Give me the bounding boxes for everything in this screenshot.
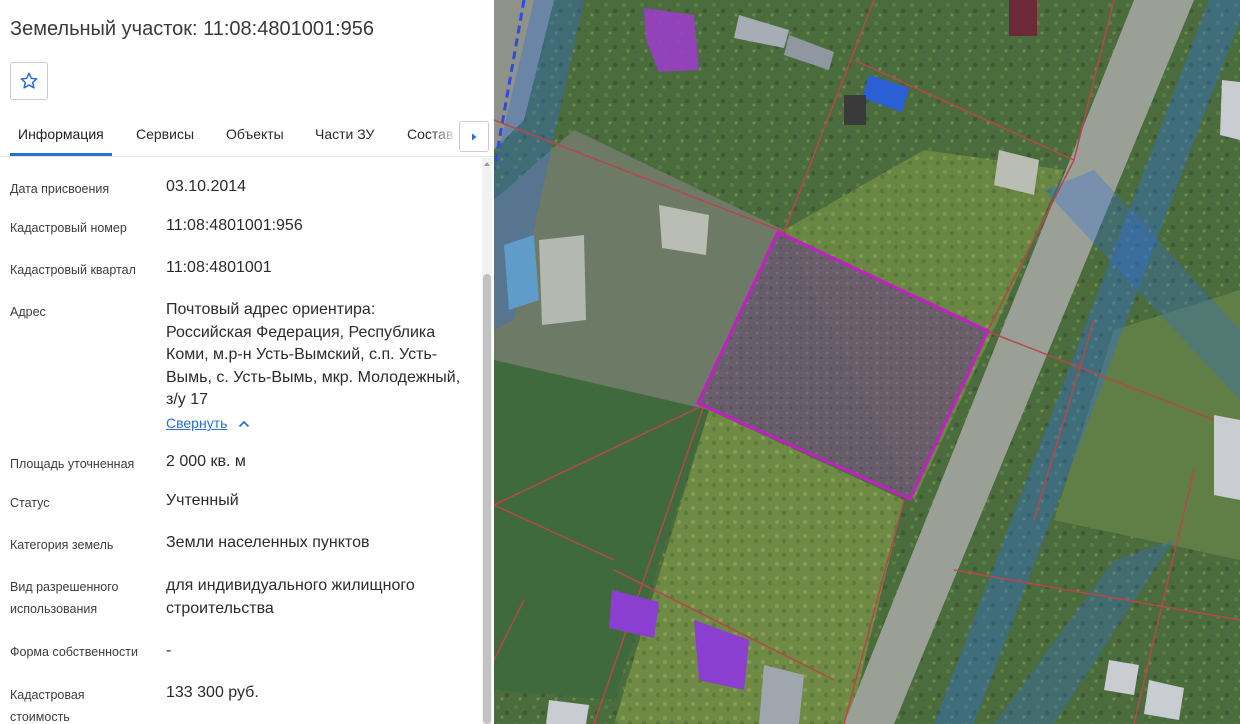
parcel-info-panel: Земельный участок: 11:08:4801001:956 Инф… (0, 0, 494, 724)
collapse-link[interactable]: Свернуть (166, 415, 227, 431)
field-label: Категория земель (10, 538, 114, 552)
satellite-map[interactable] (494, 0, 1240, 724)
building-roof (1214, 415, 1240, 500)
tab-parts[interactable]: Части ЗУ (315, 126, 374, 142)
map-canvas[interactable] (494, 0, 1240, 724)
field-label: Площадь уточненная (10, 457, 135, 471)
building-sheds (539, 235, 586, 325)
chevron-up-icon[interactable] (238, 420, 250, 428)
field-value: 133 300 руб. (166, 684, 259, 701)
building-roof (1104, 660, 1139, 695)
scrollbar-thumb[interactable] (483, 274, 491, 724)
field-value: для индивидуального жилищного строительс… (166, 577, 415, 617)
field-value: 03.10.2014 (166, 178, 247, 195)
field-value: Учтенный (166, 492, 239, 509)
page-title: Земельный участок: 11:08:4801001:956 (10, 18, 375, 40)
field-label: Статус (10, 496, 50, 510)
field-label: Адрес (10, 305, 46, 319)
field-label: Вид разрешенного использования (10, 580, 119, 616)
tab-fade (430, 112, 459, 155)
building-roof (759, 665, 804, 724)
field-value: 11:08:4801001 (166, 259, 272, 276)
field-label: Дата присвоения (10, 182, 110, 196)
field-label: Форма собственности (10, 645, 138, 659)
favorite-button[interactable] (10, 62, 48, 100)
tab-information[interactable]: Информация (18, 126, 104, 142)
tabs-next-button[interactable] (459, 121, 489, 152)
field-label: Кадастровый номер (10, 221, 127, 235)
field-value: 11:08:4801001:956 (166, 217, 303, 234)
field-label: Кадастровая стоимость (10, 688, 85, 724)
scroll-up-arrow-icon[interactable] (483, 160, 491, 168)
field-value: Земли населенных пунктов (166, 534, 370, 551)
building-roof (1220, 80, 1240, 140)
building-light-blue-roof (504, 235, 539, 310)
tab-bar: Информация Сервисы Объекты Части ЗУ Сост… (0, 112, 494, 157)
caret-right-icon (472, 133, 477, 140)
building-dark-roof (1009, 0, 1037, 36)
active-tab-indicator (10, 153, 112, 156)
field-label: Кадастровый квартал (10, 263, 136, 277)
field-value: Почтовый адрес ориентира: Российская Фед… (166, 301, 461, 409)
tab-services[interactable]: Сервисы (136, 126, 194, 142)
star-icon (20, 72, 38, 89)
tab-objects[interactable]: Объекты (226, 126, 284, 142)
building-dark-roof (844, 95, 866, 125)
field-value: - (166, 642, 172, 659)
field-value: 2 000 кв. м (166, 453, 246, 470)
